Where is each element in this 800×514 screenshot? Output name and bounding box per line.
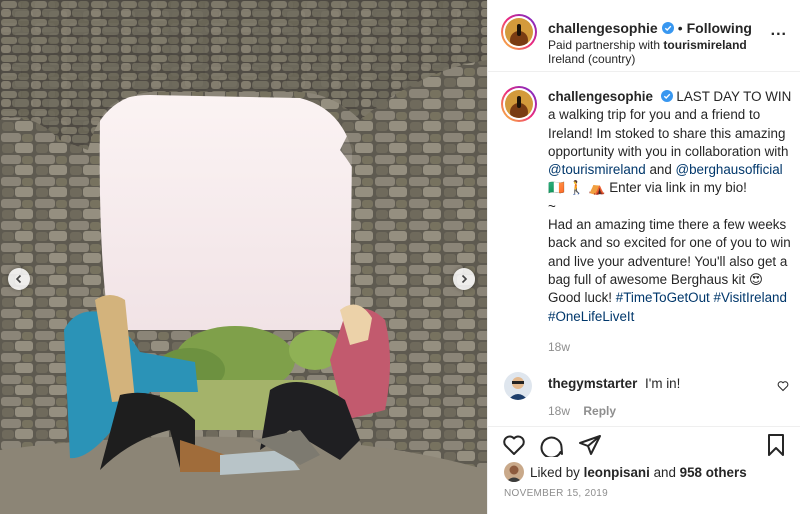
header-username[interactable]: challengesophie	[548, 20, 658, 36]
comment-bubble-icon[interactable]	[540, 433, 564, 457]
post-side-panel: challengesophie • Following Paid partner…	[487, 0, 800, 514]
following-button[interactable]: Following	[687, 20, 752, 36]
post-image	[0, 0, 487, 514]
comment-like-heart-icon[interactable]	[777, 380, 789, 392]
chevron-right-icon	[461, 274, 468, 284]
post-photo[interactable]	[0, 0, 487, 514]
post-caption: challengesophie LAST DAY TO WIN a walkin…	[548, 88, 794, 356]
separator-dot: •	[677, 20, 683, 36]
hashtag-onelifeliveit[interactable]: #OneLifeLiveIt	[548, 309, 634, 324]
liked-by-label: Liked by	[530, 464, 580, 480]
likes-summary: Liked by leonpisani and 958 others	[504, 462, 747, 482]
more-options-button[interactable]: ...	[771, 22, 787, 40]
chevron-left-icon	[15, 274, 22, 284]
paid-partnership-label: Paid partnership with	[548, 38, 661, 52]
caption-tilde: ~	[548, 198, 556, 214]
post-header: challengesophie • Following Paid partner…	[488, 0, 800, 72]
hashtag-visitireland[interactable]: #VisitIreland	[714, 290, 787, 305]
reply-button[interactable]: Reply	[583, 404, 616, 418]
carousel-next-button[interactable]	[453, 268, 475, 290]
verified-badge-icon	[661, 22, 674, 34]
comment-timestamp[interactable]: 18w	[548, 404, 570, 418]
hashtag-timetogetout[interactable]: #TimeToGetOut	[616, 290, 710, 305]
partner-link[interactable]: tourismireland	[663, 38, 746, 52]
caption-and: and	[649, 162, 672, 178]
caption-enter-text: Enter via link in my bio!	[609, 180, 747, 196]
mention-tourismireland[interactable]: @tourismireland	[548, 162, 646, 177]
commenter-avatar[interactable]	[504, 372, 532, 400]
verified-badge-icon	[660, 90, 673, 102]
like-heart-icon[interactable]	[502, 433, 526, 457]
caption-avatar[interactable]	[505, 90, 533, 118]
liker-avatar[interactable]	[504, 462, 524, 482]
location-link[interactable]: Ireland (country)	[548, 52, 635, 66]
post-date[interactable]: NOVEMBER 15, 2019	[504, 488, 608, 499]
carousel-prev-button[interactable]	[8, 268, 30, 290]
caption-good-luck: Good luck!	[548, 290, 613, 306]
liked-by-and: and	[653, 464, 676, 480]
comment-text: I'm in!	[645, 376, 681, 391]
liked-by-user-link[interactable]: leonpisani	[584, 465, 650, 480]
comment-item: thegymstarter I'm in! 18w Reply	[488, 370, 800, 422]
likes-count-link[interactable]: 958 others	[680, 465, 747, 480]
caption-emojis: 🇮🇪 🚶 ⛺	[548, 180, 606, 196]
save-bookmark-icon[interactable]	[764, 433, 788, 457]
caption-username[interactable]: challengesophie	[548, 89, 653, 104]
commenter-username[interactable]: thegymstarter	[548, 376, 637, 391]
share-paper-plane-icon[interactable]	[578, 433, 602, 457]
paid-partnership-line: Paid partnership with tourismireland	[548, 38, 747, 52]
caption-emoji-heart-eyes: 😍	[749, 271, 763, 287]
mention-berghausofficial[interactable]: @berghausofficial	[676, 162, 783, 177]
action-bar	[488, 426, 800, 460]
avatar[interactable]	[505, 18, 533, 46]
caption-timestamp[interactable]: 18w	[548, 338, 794, 356]
